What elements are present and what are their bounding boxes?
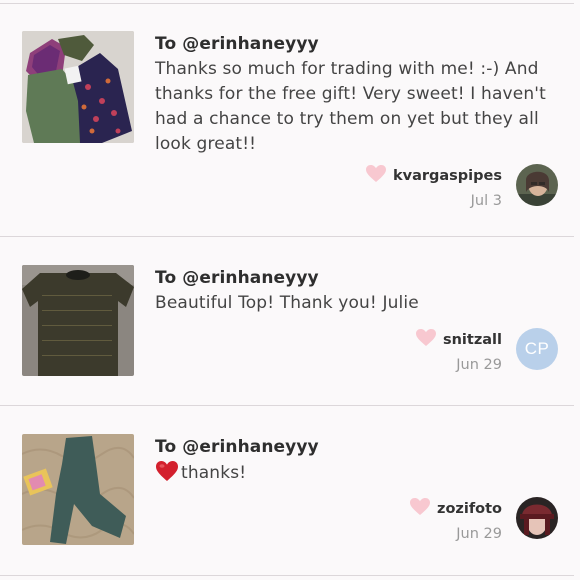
top-divider <box>0 3 574 4</box>
user-avatar[interactable] <box>516 497 558 539</box>
sender[interactable]: zozifoto <box>409 497 502 520</box>
listing-thumbnail[interactable] <box>22 31 134 143</box>
recipient-label: To @erinhaneyyy <box>155 437 319 457</box>
heart-icon <box>415 328 437 351</box>
note-date: Jun 29 <box>456 357 502 373</box>
note-divider <box>0 236 574 237</box>
recipient-label: To @erinhaneyyy <box>155 268 319 288</box>
note-date: Jul 3 <box>470 193 502 209</box>
red-heart-emoji-icon <box>155 460 179 490</box>
note-meta: snitzall Jun 29 <box>415 328 502 373</box>
note-meta: zozifoto Jun 29 <box>409 497 502 542</box>
recipient-label: To @erinhaneyyy <box>155 34 319 54</box>
sender-username[interactable]: zozifoto <box>437 501 502 517</box>
sender-username[interactable]: snitzall <box>443 332 502 348</box>
note-message: Thanks so much for trading with me! :-) … <box>155 59 546 154</box>
note-divider <box>0 575 574 576</box>
heart-icon <box>365 164 387 187</box>
sender[interactable]: kvargaspipes <box>365 164 502 187</box>
user-avatar[interactable] <box>516 164 558 206</box>
note-message: Beautiful Top! Thank you! Julie <box>155 293 419 313</box>
note-divider <box>0 405 574 406</box>
user-avatar-initials[interactable]: CP <box>516 328 558 370</box>
sender-username[interactable]: kvargaspipes <box>393 168 502 184</box>
sender[interactable]: snitzall <box>415 328 502 351</box>
note-meta: kvargaspipes Jul 3 <box>365 164 502 209</box>
note-message: thanks! <box>155 460 555 490</box>
listing-thumbnail[interactable] <box>22 434 134 545</box>
note-date: Jun 29 <box>456 526 502 542</box>
note-message-text: thanks! <box>181 463 247 483</box>
heart-icon <box>409 497 431 520</box>
listing-thumbnail[interactable] <box>22 265 134 376</box>
